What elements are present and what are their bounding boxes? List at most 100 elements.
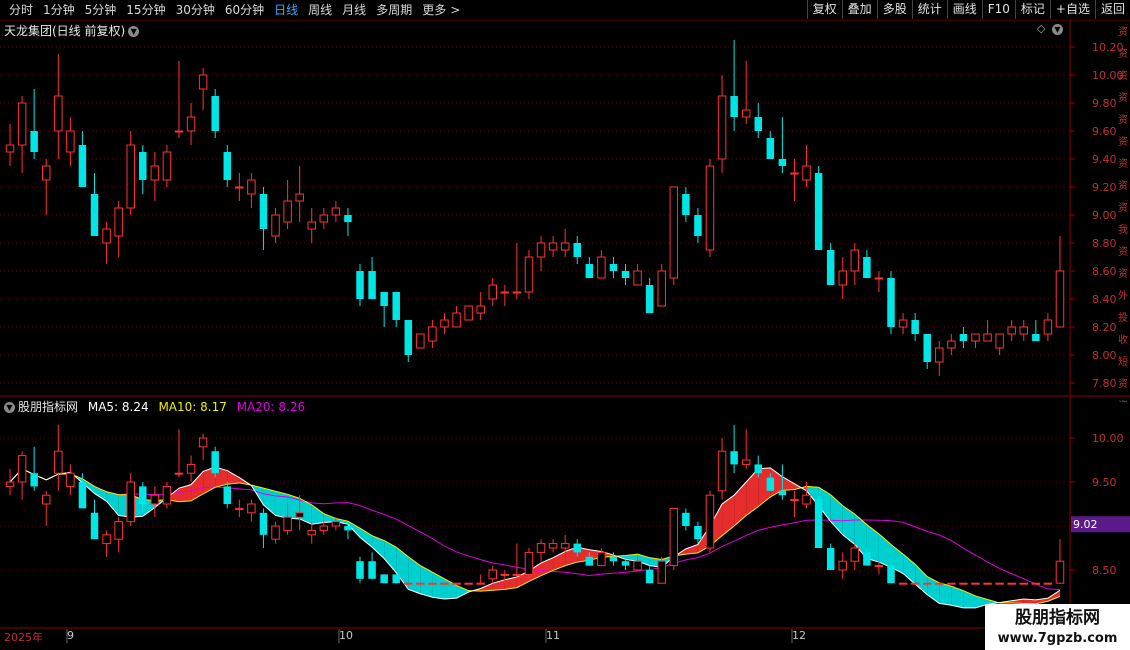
indicator-candle: [452, 582, 461, 585]
indicator-candle: [1019, 582, 1029, 585]
ma20-line: [9, 468, 1060, 591]
candle: [139, 152, 147, 180]
y-tick-label: 7.80: [1092, 377, 1117, 390]
indicator-candle: [560, 543, 570, 549]
candle: [548, 242, 558, 251]
ma-band-up: [601, 551, 614, 558]
chevron-down-icon[interactable]: ▼: [128, 26, 140, 37]
ma-band-up: [782, 476, 795, 491]
toolbar-button[interactable]: +自选: [1049, 0, 1095, 19]
candle: [331, 207, 341, 216]
indicator-candle: [887, 565, 895, 584]
tab-period[interactable]: 周线: [303, 2, 337, 18]
ma-band-up: [589, 549, 602, 561]
toolbar-button[interactable]: 多股: [876, 0, 912, 19]
indicator-candle: [621, 561, 630, 566]
candle: [971, 333, 980, 342]
tab-period[interactable]: 15分钟: [121, 2, 170, 18]
candle: [754, 117, 763, 131]
candle: [609, 264, 618, 271]
chevron-right-icon[interactable]: >: [445, 2, 465, 18]
tab-period[interactable]: 分时: [4, 2, 38, 18]
ma-band-up: [734, 482, 747, 526]
ma-band-up: [577, 547, 590, 563]
ma-band-down: [649, 557, 662, 568]
month-label-oct: 10: [339, 629, 353, 642]
indicator-candle: [669, 507, 679, 567]
side-label: 资: [1118, 203, 1128, 214]
ma-band-down: [915, 564, 928, 595]
ma-band-down: [311, 504, 324, 525]
ma-band-down: [939, 582, 952, 606]
tab-period[interactable]: 多周期: [371, 2, 417, 18]
indicator-candle: [30, 473, 38, 487]
indicator-candle: [102, 534, 111, 545]
indicator-candle: [186, 463, 196, 474]
toolbar-button[interactable]: 返回: [1094, 0, 1130, 19]
candle: [452, 312, 461, 328]
side-label: 收: [1118, 335, 1128, 346]
chart-area[interactable]: 10.2010.009.809.609.409.209.008.808.608.…: [0, 0, 1130, 650]
tab-period[interactable]: 日线: [269, 2, 303, 18]
toolbar-button[interactable]: 叠加: [841, 0, 877, 19]
tab-period[interactable]: 60分钟: [220, 2, 269, 18]
candle: [271, 214, 280, 237]
chevron-down-icon[interactable]: ▼: [1051, 23, 1063, 35]
ma-band-down: [10, 468, 23, 482]
y-tick-label: 9.00: [1092, 209, 1117, 222]
candle: [898, 319, 908, 328]
candle: [78, 145, 87, 187]
candle: [1043, 319, 1053, 335]
tab-period[interactable]: 30分钟: [171, 2, 220, 18]
tab-period[interactable]: 1分钟: [38, 2, 80, 18]
indicator-candle: [657, 560, 666, 584]
main-chart-controls: ◇ ▼: [1037, 22, 1063, 35]
indicator-candle: [1007, 582, 1016, 585]
ma-band-down: [82, 478, 95, 494]
indicator-candle: [150, 494, 160, 505]
toolbar-button[interactable]: 统计: [911, 0, 947, 19]
candle: [694, 215, 702, 236]
date-axis: 2025年 9 10 11 12: [0, 629, 1070, 644]
tab-period[interactable]: 5分钟: [80, 2, 122, 18]
ma-band-up: [468, 588, 481, 592]
ma-band-up: [553, 551, 566, 571]
ma5-label: MA5: 8.24: [87, 400, 149, 414]
toolbar-button[interactable]: 画线: [946, 0, 982, 19]
indicator-candle: [536, 543, 546, 553]
indicator-candle: [778, 490, 787, 496]
candle: [66, 130, 75, 153]
candle: [283, 200, 292, 223]
ma-band-down: [830, 494, 843, 535]
candle: [368, 271, 376, 299]
ma-band-down: [154, 497, 167, 508]
tab-period[interactable]: 月线: [337, 2, 371, 18]
candle: [356, 271, 364, 299]
chevron-down-icon[interactable]: ▼: [4, 402, 15, 413]
indicator-candle: [585, 556, 594, 566]
indicator-candle: [380, 574, 388, 584]
ma-band-up: [528, 562, 542, 582]
candle: [790, 172, 799, 175]
ma-band-down: [384, 540, 397, 573]
ma-band-up: [239, 477, 252, 486]
candle: [682, 194, 690, 215]
y-tick-label: 8.80: [1092, 237, 1117, 250]
toolbar: 分时 1分钟 5分钟 15分钟 30分钟 60分钟 日线 周线 月线 多周期 更多 > 复权 叠加 多股统…: [0, 0, 1130, 21]
toolbar-button[interactable]: F10: [981, 0, 1015, 19]
toolbar-button[interactable]: 复权: [806, 0, 842, 19]
candle: [645, 285, 654, 313]
candle: [102, 228, 111, 244]
indicator-candle: [139, 486, 147, 504]
diamond-icon[interactable]: ◇: [1037, 22, 1045, 35]
candle: [560, 242, 570, 251]
ma-band-up: [565, 547, 578, 566]
candle: [162, 151, 172, 181]
ma-band-up: [770, 467, 783, 497]
y-tick-label: 9.20: [1092, 181, 1117, 194]
ma-band-down: [299, 498, 312, 525]
indicator-candle: [5, 481, 15, 487]
indicator-candle: [935, 582, 944, 585]
candle: [923, 334, 931, 362]
toolbar-button[interactable]: 标记: [1014, 0, 1050, 19]
